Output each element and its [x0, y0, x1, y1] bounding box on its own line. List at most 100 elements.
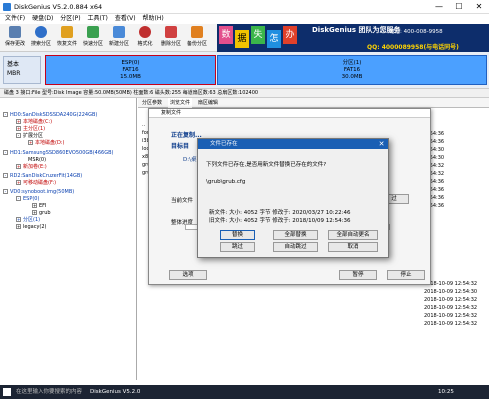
partition-fs: FAT16 — [343, 67, 361, 73]
tree-node[interactable]: MSR(0) — [28, 157, 46, 164]
tree-node[interactable]: + grub — [32, 210, 51, 217]
tree-node[interactable]: - HD1:SamsungSSD860EVO500GB(466GB) — [3, 150, 113, 157]
tab-bar: 分区参数 浏览文件 扇区编辑 — [138, 98, 489, 108]
start-icon[interactable] — [3, 388, 11, 396]
disk-mbr-label: MBR — [7, 70, 21, 77]
disk-basic-label: 基本 — [7, 61, 20, 68]
banner-char: 怎 — [267, 30, 281, 48]
tree-node[interactable]: + 新加卷(E:) — [16, 164, 47, 171]
new-file-info: 新文件: 大小: 4052 字节 修改于: 2020/03/27 10:22:4… — [209, 210, 351, 216]
options-button[interactable]: 选项 — [169, 270, 207, 280]
menu-bar: 文件(F) 硬盘(D) 分区(P) 工具(T) 查看(V) 帮助(H) — [0, 14, 489, 24]
file-date: 2018-10-09 12:54:32 — [424, 305, 478, 311]
format-button[interactable]: 格式化 — [134, 26, 156, 50]
partition-fs: FAT16 — [122, 67, 139, 73]
quick-partition-icon — [87, 26, 99, 38]
delete-partition-button[interactable]: 删除分区 — [160, 26, 182, 50]
tree-node[interactable]: + 可移动磁盘(F:) — [16, 180, 56, 187]
file-date: 2018-10-09 12:54:32 — [424, 313, 478, 319]
old-file-info: 旧文件: 大小: 4052 字节 修改于: 2018/10/09 12:54:3… — [209, 218, 351, 224]
taskbar-clock: 10:25 — [438, 389, 454, 395]
partition-size: 15.0MB — [120, 74, 141, 80]
tree-node[interactable]: + 分区(1) — [16, 217, 40, 224]
search-icon — [35, 26, 47, 38]
file-date: 2018-10-09 12:54:30 — [424, 289, 478, 295]
save-icon — [9, 26, 21, 38]
new-partition-button[interactable]: 新建分区 — [108, 26, 130, 50]
banner-char: 失 — [251, 26, 265, 44]
current-file-label: 当前文件 — [171, 198, 194, 204]
copy-dialog-title: 复制文件 — [149, 109, 430, 118]
menu-disk[interactable]: 硬盘(D) — [32, 14, 53, 24]
tree-node[interactable]: - VD0:synoboot.img(50MB) — [3, 189, 74, 196]
recover-files-button[interactable]: 恢复文件 — [56, 26, 78, 50]
cancel-button[interactable]: 取消 — [328, 242, 378, 252]
file-date: 2018-10-09 12:54:32 — [424, 281, 478, 287]
file-date: 2018-10-09 12:54:32 — [424, 297, 478, 303]
dialog-close-icon[interactable]: ✕ — [375, 139, 388, 149]
stop-button[interactable]: 停止 — [387, 270, 425, 280]
app-icon — [3, 3, 11, 11]
close-button[interactable]: ✕ — [469, 0, 489, 14]
backup-partition-button[interactable]: 备份分区 — [186, 26, 208, 50]
tree-node[interactable]: + 本地磁盘(D:) — [28, 140, 64, 147]
file-exists-dialog: 文件已存在 ✕ 下列文件已存在,是否用新文件替换已存在的文件? \grub\gr… — [197, 138, 389, 258]
window-title: DiskGenius V5.2.0.884 x64 — [14, 3, 103, 11]
format-icon — [139, 26, 151, 38]
tree-node[interactable]: - 扩展分区 — [16, 133, 43, 140]
file-date: 2018-10-09 12:54:32 — [424, 321, 478, 327]
replace-button[interactable]: 替换 — [220, 230, 255, 240]
tree-node[interactable]: + EFI — [32, 203, 47, 210]
tab-partition-params[interactable]: 分区参数 — [142, 98, 162, 108]
file-row[interactable]: .. — [142, 122, 145, 128]
banner-phone: 电话: 400-008-9958 — [389, 29, 443, 35]
disk-info-bar: 磁盘 3 接口:File 型号:Disk Image 容量:50.0MB(50M… — [0, 88, 489, 98]
banner-char: 办 — [283, 26, 297, 44]
tree-node[interactable]: + legacy(2) — [16, 224, 47, 231]
partition-size: 30.0MB — [341, 74, 363, 80]
taskbar: 在这里输入你要搜索的内容 DiskGenius V5.2.0 10:25 — [0, 385, 489, 399]
backup-icon — [191, 26, 203, 38]
menu-partition[interactable]: 分区(P) — [60, 14, 80, 24]
banner-char: 数 — [219, 26, 233, 44]
menu-view[interactable]: 查看(V) — [115, 14, 136, 24]
maximize-button[interactable]: ☐ — [449, 0, 469, 14]
disk-tree: - HD0:SanDiskSDSSDA240G(224GB) + 本地磁盘(C:) … — [0, 98, 137, 380]
menu-tools[interactable]: 工具(T) — [88, 14, 108, 24]
minimize-button[interactable]: — — [429, 0, 449, 14]
auto-skip-button[interactable]: 自动跳过 — [273, 242, 318, 252]
recover-icon — [61, 26, 73, 38]
auto-rename-all-button[interactable]: 全部自动更名 — [328, 230, 378, 240]
replace-all-button[interactable]: 全部替换 — [273, 230, 318, 240]
tree-node[interactable]: + 本地磁盘(C:) — [16, 119, 52, 126]
save-changes-button[interactable]: 保存更改 — [4, 26, 26, 50]
target-label: 目标目 — [171, 143, 190, 150]
partition-name: ESP(0) — [121, 60, 140, 66]
tree-node[interactable]: + 主分区(1) — [16, 126, 45, 133]
tab-sector-editor[interactable]: 扇区编辑 — [198, 98, 218, 108]
ad-banner[interactable]: 数 据 失 怎 办 DiskGenius 团队为您服务 电话: 400-008-… — [217, 24, 489, 52]
replace-question: 下列文件已存在,是否用新文件替换已存在的文件? — [206, 162, 327, 168]
menu-file[interactable]: 文件(F) — [5, 14, 25, 24]
new-partition-icon — [113, 26, 125, 38]
quick-partition-button[interactable]: 快速分区 — [82, 26, 104, 50]
title-bar: DiskGenius V5.2.0.884 x64 — ☐ ✕ — [0, 0, 489, 14]
menu-help[interactable]: 帮助(H) — [143, 14, 164, 24]
tree-node[interactable]: - HD0:SanDiskSDSSDA240G(224GB) — [3, 112, 97, 119]
skip-file-button[interactable]: 跳过 — [220, 242, 255, 252]
tree-node[interactable]: - ESP(0) — [16, 196, 39, 203]
search-partition-button[interactable]: 搜索分区 — [30, 26, 52, 50]
delete-icon — [165, 26, 177, 38]
banner-char: 据 — [235, 30, 249, 48]
pause-button[interactable]: 暂停 — [339, 270, 377, 280]
banner-brand: DiskGenius 团队为您服务 — [312, 26, 401, 34]
taskbar-search[interactable]: 在这里输入你要搜索的内容 — [16, 385, 82, 399]
tree-node[interactable]: - RD2:SanDiskCruzerFit(14GB) — [3, 173, 82, 180]
file-exists-title: 文件已存在 — [198, 139, 388, 149]
disk-map: 基本 MBR ESP(0) FAT16 15.0MB 分区(1) FAT16 3… — [0, 52, 489, 88]
partition-name: 分区(1) — [342, 60, 362, 66]
partition-1[interactable]: 分区(1) FAT16 30.0MB — [217, 55, 487, 85]
partition-esp[interactable]: ESP(0) FAT16 15.0MB — [45, 55, 216, 85]
taskbar-app[interactable]: DiskGenius V5.2.0 — [90, 385, 140, 399]
tab-browse-files[interactable]: 浏览文件 — [167, 98, 192, 108]
